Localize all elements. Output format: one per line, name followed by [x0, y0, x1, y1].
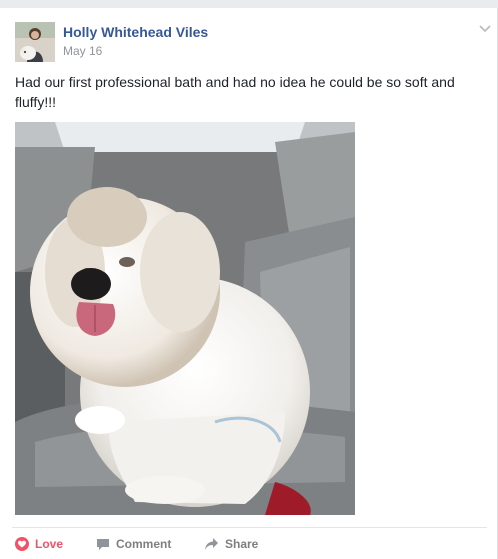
- post-text: Had our first professional bath and had …: [15, 74, 455, 110]
- comment-icon: [97, 539, 109, 550]
- avatar-image: [15, 22, 55, 62]
- share-button[interactable]: Share: [204, 534, 258, 554]
- feed-background: [0, 0, 498, 8]
- comment-button[interactable]: Comment: [96, 534, 171, 554]
- post-photo[interactable]: [15, 122, 355, 515]
- love-label: Love: [35, 537, 64, 551]
- post-timestamp[interactable]: May 16: [63, 44, 102, 58]
- heart-icon: [15, 537, 29, 551]
- facebook-post-screen: Holly Whitehead Viles May 16 Had our fir…: [0, 0, 498, 559]
- love-button[interactable]: Love: [15, 534, 63, 554]
- dog-in-car-photo: [15, 122, 355, 515]
- chevron-down-icon[interactable]: [478, 22, 492, 36]
- share-arrow-icon: [205, 538, 218, 550]
- avatar[interactable]: [15, 22, 55, 62]
- share-label: Share: [225, 537, 259, 551]
- actions-divider: [12, 527, 487, 528]
- author-name-link[interactable]: Holly Whitehead Viles: [63, 24, 208, 40]
- post-card: Holly Whitehead Viles May 16 Had our fir…: [0, 8, 498, 559]
- comment-label: Comment: [116, 537, 172, 551]
